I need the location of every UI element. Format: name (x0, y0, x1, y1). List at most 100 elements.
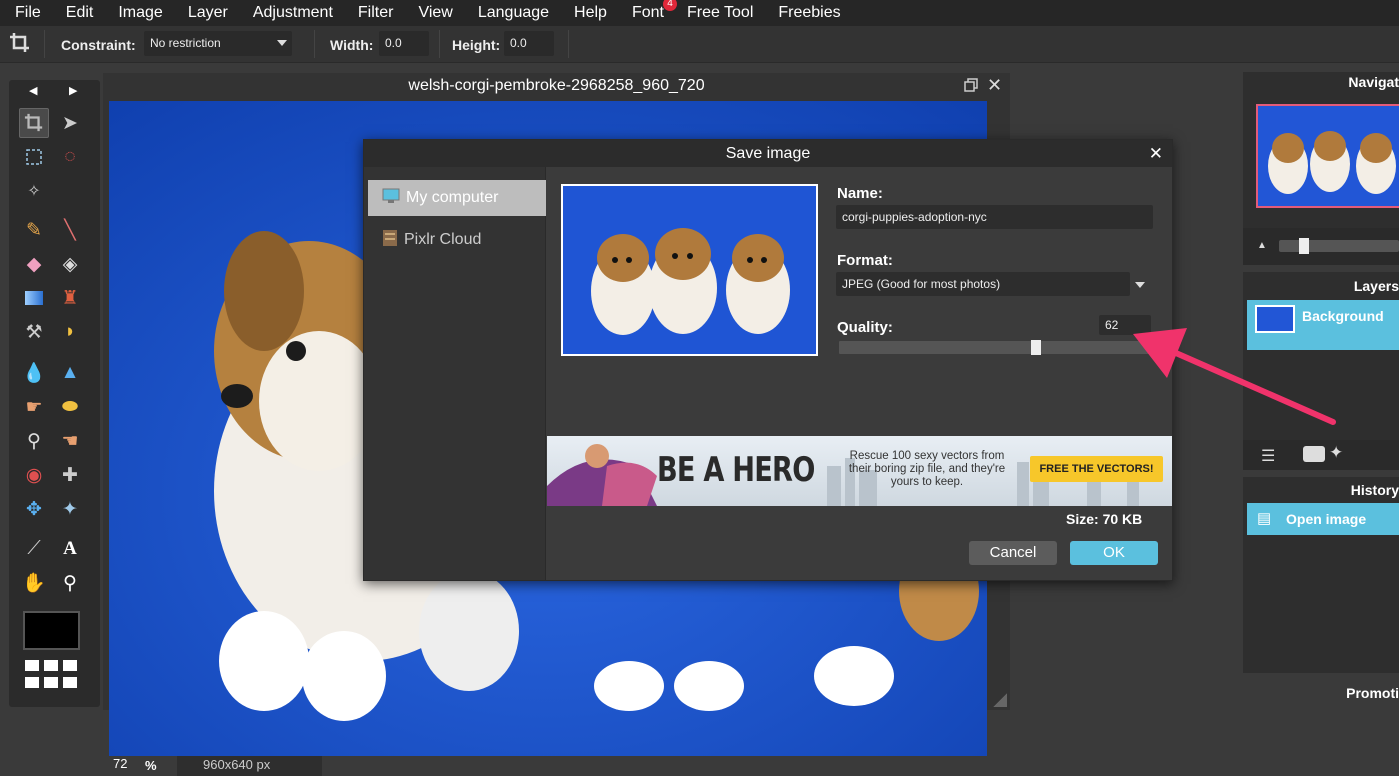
color-picker-icon[interactable]: ⟋ (19, 534, 49, 564)
annotation-arrow (1133, 328, 1336, 425)
layers-title: Layers (1353, 278, 1399, 294)
layer-mask-icon[interactable] (1303, 446, 1325, 462)
divider (44, 30, 45, 58)
cancel-button[interactable]: Cancel (969, 541, 1057, 565)
crop-tool-icon (9, 32, 31, 59)
image-preview (561, 184, 818, 356)
marquee-icon[interactable] (19, 142, 49, 172)
history-item-label: Open image (1286, 511, 1367, 527)
pencil-icon[interactable]: ✎ (19, 215, 49, 245)
crop-icon[interactable] (19, 108, 49, 138)
type-icon[interactable]: A (55, 534, 85, 564)
image-dimensions: 960x640 px (177, 756, 322, 776)
resize-handle[interactable] (993, 693, 1007, 707)
menu-image[interactable]: Image (118, 4, 162, 22)
red-eye-icon[interactable]: ◉ (19, 460, 49, 490)
format-select[interactable]: JPEG (Good for most photos) (836, 272, 1130, 296)
zoom-icon[interactable]: ⚲ (55, 568, 85, 598)
magic-wand-icon[interactable]: ✧ (19, 176, 49, 206)
constraint-value: No restriction (150, 36, 221, 50)
name-input[interactable]: corgi-puppies-adoption-nyc (836, 205, 1153, 229)
brush-icon[interactable]: ╲ (55, 215, 85, 245)
add-layer-icon[interactable]: ✦ (1329, 443, 1343, 463)
height-label: Height: (452, 37, 501, 53)
bloat-icon[interactable]: ✥ (19, 494, 49, 524)
layers-toolbar: ☰ ✦ (1243, 440, 1399, 470)
sidebar-item-my-computer[interactable]: My computer (368, 180, 546, 216)
dialog-title: Save image (725, 145, 811, 162)
width-label: Width: (330, 37, 374, 53)
menu-help[interactable]: Help (574, 4, 607, 22)
layer-settings-icon[interactable]: ☰ (1261, 446, 1275, 466)
menu-free-tool[interactable]: Free Tool (687, 4, 753, 22)
lasso-icon[interactable]: ◌ (55, 142, 85, 172)
options-bar: Constraint: No restriction Width: 0.0 He… (0, 26, 1399, 63)
smudge-icon[interactable]: ☛ (19, 392, 49, 422)
close-window-icon[interactable]: ✕ (987, 75, 1002, 96)
constraint-select[interactable]: No restriction (144, 31, 292, 56)
hand-icon[interactable]: ✋ (19, 568, 49, 598)
burn-icon[interactable]: ⚲ (19, 426, 49, 456)
ok-button[interactable]: OK (1070, 541, 1158, 565)
zoom-input[interactable]: 72 (113, 756, 135, 771)
document-title: welsh-corgi-pembroke-2968258_960_720 (408, 77, 705, 94)
navigator-thumbnail[interactable] (1256, 104, 1399, 208)
grid-view-icon[interactable] (23, 659, 83, 693)
gradient-icon[interactable] (19, 283, 49, 313)
ad-banner[interactable]: BE A HERO Rescue 100 sexy vectors from t… (547, 436, 1172, 506)
history-item[interactable]: ▤ Open image (1247, 503, 1399, 535)
format-value: JPEG (Good for most photos) (842, 277, 1001, 291)
format-label: Format: (837, 252, 893, 269)
navigator-title: Navigat (1348, 74, 1399, 90)
divider (439, 30, 440, 58)
toolbox: ◀ ▶ ➤ ◌ ✧ ✎ ╲ ◆ ◈ ♜ ⚒ ◗ 💧 ▲ ☛ ⬬ ⚲ ☚ ◉ ✚ … (9, 80, 100, 707)
slider-handle[interactable] (1299, 238, 1309, 254)
promo-panel: Promoti (1243, 680, 1399, 717)
quality-label: Quality: (837, 319, 893, 336)
menu-font[interactable]: Font 4 (632, 0, 677, 22)
monitor-icon (382, 188, 400, 209)
chevron-down-icon (277, 40, 287, 46)
restore-window-icon[interactable] (964, 78, 978, 97)
blur-icon[interactable]: 💧 (19, 358, 49, 388)
shapes-icon[interactable]: ◗ (55, 317, 85, 347)
close-icon[interactable]: ✕ (1149, 140, 1163, 168)
bucket-icon[interactable]: ◈ (55, 249, 85, 279)
collapse-right-icon[interactable]: ▶ (69, 84, 77, 97)
foreground-color-swatch[interactable] (23, 611, 80, 650)
constraint-label: Constraint: (61, 37, 136, 53)
menu-file[interactable]: File (15, 4, 41, 22)
menu-freebies[interactable]: Freebies (778, 4, 840, 22)
sidebar-item-pixlr-cloud[interactable]: Pixlr Cloud (368, 222, 546, 258)
history-title: History (1350, 482, 1399, 498)
width-input[interactable]: 0.0 (379, 31, 429, 56)
move-icon[interactable]: ➤ (55, 108, 85, 138)
eraser-icon[interactable]: ◆ (19, 249, 49, 279)
navigator-zoom-slider[interactable] (1279, 238, 1399, 254)
menu-layer[interactable]: Layer (188, 4, 228, 22)
ad-headline: BE A HERO (657, 450, 815, 490)
cloud-storage-icon (382, 229, 398, 252)
history-panel: History ▤ Open image (1243, 477, 1399, 673)
ad-cta-button[interactable]: FREE THE VECTORS! (1030, 456, 1163, 482)
chevron-down-icon[interactable] (1135, 282, 1145, 288)
divider (314, 30, 315, 58)
stamp-icon[interactable]: ♜ (55, 283, 85, 313)
collapse-left-icon[interactable]: ◀ (29, 84, 37, 97)
menu-filter[interactable]: Filter (358, 4, 394, 22)
pinch-icon[interactable]: ✦ (55, 494, 85, 524)
navigator-panel: Navigat ▲ (1243, 72, 1399, 265)
document-icon: ▤ (1257, 510, 1272, 527)
quality-slider-handle[interactable] (1031, 340, 1041, 355)
sponge-icon[interactable]: ⬬ (55, 392, 85, 422)
height-input[interactable]: 0.0 (504, 31, 554, 56)
spot-heal-icon[interactable]: ✚ (55, 460, 85, 490)
menu-edit[interactable]: Edit (66, 4, 94, 22)
menu-adjustment[interactable]: Adjustment (253, 4, 333, 22)
menu-view[interactable]: View (418, 4, 452, 22)
menu-language[interactable]: Language (478, 4, 549, 22)
dodge-icon[interactable]: ☚ (55, 426, 85, 456)
sharpen-icon[interactable]: ▲ (55, 358, 85, 388)
colour-replace-icon[interactable]: ⚒ (19, 317, 49, 347)
quality-slider[interactable] (839, 340, 1149, 355)
